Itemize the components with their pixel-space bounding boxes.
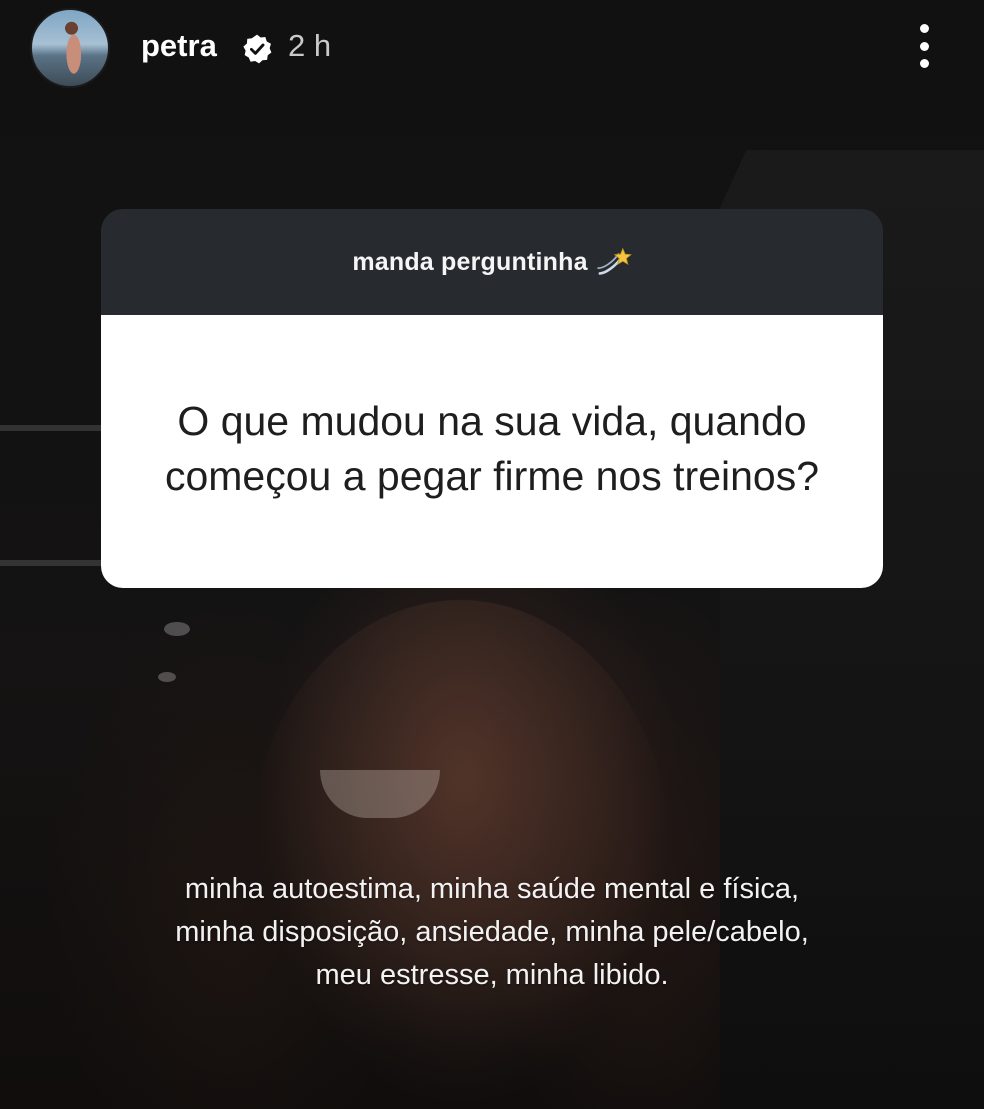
post-time: 2 h bbox=[288, 28, 332, 63]
avatar[interactable] bbox=[30, 8, 110, 88]
dizzy-icon bbox=[596, 247, 632, 275]
ceiling-light bbox=[164, 622, 190, 636]
portrait-face bbox=[250, 600, 670, 1109]
more-options-icon[interactable] bbox=[914, 24, 934, 68]
ceiling-light bbox=[158, 672, 176, 682]
question-text: O que mudou na sua vida, quando começou … bbox=[164, 397, 820, 499]
story-header: petra 2 h bbox=[0, 0, 984, 100]
verified-badge-icon bbox=[243, 34, 272, 64]
question-sticker[interactable]: manda perguntinha O que mudou na sua vid… bbox=[101, 209, 883, 588]
question-sticker-header: manda perguntinha bbox=[101, 209, 883, 315]
answer-text: minha autoestima, minha saúde mental e f… bbox=[175, 873, 809, 991]
question-sticker-body: O que mudou na sua vida, quando começou … bbox=[101, 315, 883, 588]
username[interactable]: petra bbox=[141, 28, 217, 64]
question-prompt: manda perguntinha bbox=[352, 247, 588, 276]
